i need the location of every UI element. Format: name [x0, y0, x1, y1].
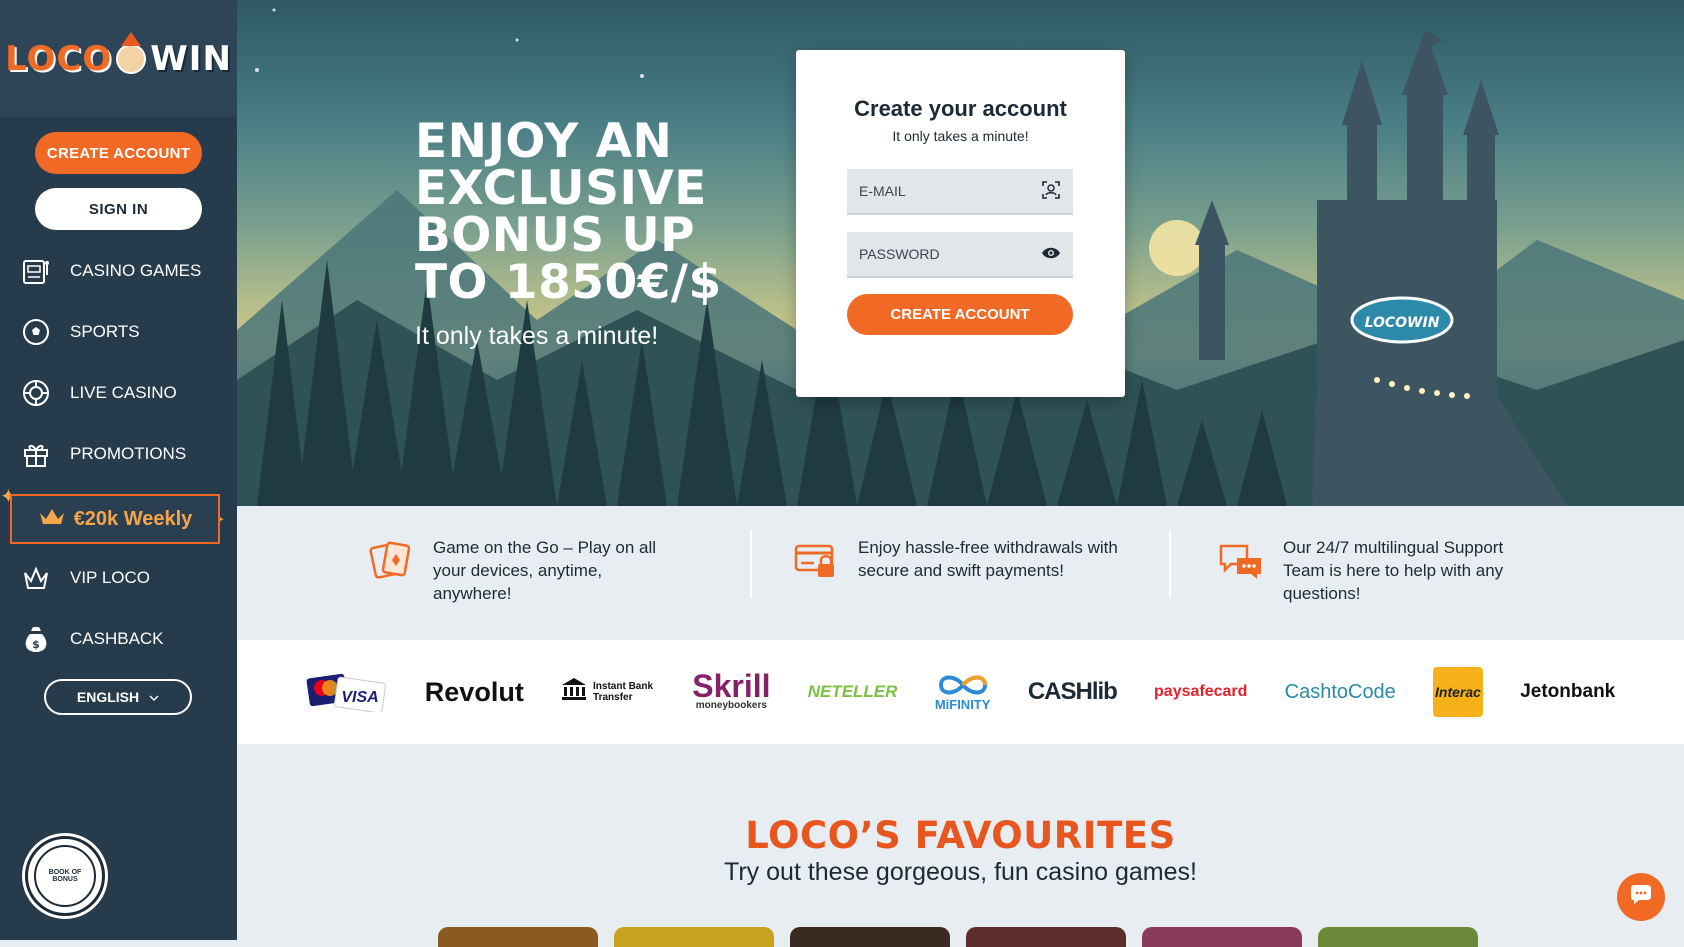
- chat-bubbles-icon: [1217, 536, 1265, 584]
- moneybookers-label: moneybookers: [695, 700, 767, 711]
- logo-text-loco: LOCO: [5, 38, 113, 79]
- sign-in-button[interactable]: SIGN IN: [35, 188, 202, 230]
- game-thumbnail[interactable]: [1318, 927, 1478, 947]
- chat-icon: [1629, 884, 1653, 911]
- slot-machine-icon: [20, 255, 52, 287]
- game-thumbnail[interactable]: [790, 927, 950, 947]
- email-field[interactable]: [847, 169, 1073, 215]
- sidebar-item-cashback[interactable]: $ CASHBACK: [0, 608, 237, 669]
- game-thumbnail[interactable]: [1142, 927, 1302, 947]
- sidebar-item-label: SPORTS: [70, 321, 140, 341]
- logo-area: LOCO WIN: [0, 0, 237, 117]
- revolut-logo: Revolut: [424, 676, 524, 707]
- mifinity-label: MiFINITY: [934, 696, 991, 712]
- jetonbank-logo: Jetonbank: [1520, 681, 1616, 702]
- infinity-icon: [938, 675, 987, 694]
- password-input[interactable]: [859, 246, 1019, 262]
- feature-item: Our 24/7 multilingual Support Team is he…: [1217, 536, 1537, 605]
- game-thumbnail[interactable]: [438, 927, 598, 947]
- mifinity-logo: MiFINITY: [935, 667, 991, 717]
- sidebar-item-live-casino[interactable]: LIVE CASINO: [0, 362, 237, 423]
- language-selector[interactable]: ENGLISH: [44, 679, 192, 715]
- favourites-title: LOCO’S FAVOURITES: [745, 814, 1176, 857]
- crown-icon: [20, 562, 52, 594]
- feature-item: Game on the Go – Play on all your device…: [367, 536, 677, 605]
- game-thumbnail[interactable]: [614, 927, 774, 947]
- features-strip: Game on the Go – Play on all your device…: [237, 506, 1684, 640]
- bank-icon: [561, 676, 587, 708]
- feature-text: Game on the Go – Play on all your device…: [433, 538, 657, 603]
- sidebar: LOCO WIN CREATE ACCOUNT SIGN IN CASINO G…: [0, 0, 237, 940]
- svg-text:LOCOWIN: LOCOWIN: [1365, 315, 1440, 331]
- interac-logo: Interac: [1433, 667, 1484, 717]
- money-bag-icon: $: [20, 623, 52, 655]
- sidebar-nav-secondary: VIP LOCO $ CASHBACK: [0, 547, 237, 669]
- form-title: Create your account: [854, 96, 1067, 121]
- neteller-logo: NETELLER: [807, 682, 898, 701]
- cashlib-logo: CASHlib: [1027, 678, 1118, 705]
- cards-icon: [367, 536, 415, 584]
- sidebar-item-label: PROMOTIONS: [70, 443, 187, 463]
- language-label: ENGLISH: [76, 689, 140, 705]
- live-chat-button[interactable]: [1617, 873, 1665, 921]
- face-id-icon[interactable]: [1041, 180, 1061, 203]
- divider: [1169, 530, 1171, 598]
- sidebar-item-sports[interactable]: SPORTS: [0, 301, 237, 362]
- jester-icon: [116, 31, 147, 74]
- payment-methods-bar: VISA Revolut Instant Bank Transfer Skril…: [237, 640, 1684, 744]
- create-account-button[interactable]: CREATE ACCOUNT: [35, 132, 202, 174]
- form-subtitle: It only takes a minute!: [892, 128, 1029, 144]
- instant-bank-transfer-logo: Instant Bank Transfer: [561, 667, 655, 717]
- favourites-section: LOCO’S FAVOURITES Try out these gorgeous…: [237, 744, 1684, 947]
- soccer-ball-icon: [20, 316, 52, 348]
- book-of-bonus-badge[interactable]: BOOK OF BONUS: [25, 836, 105, 916]
- game-thumbnail[interactable]: [966, 927, 1126, 947]
- svg-text:$: $: [32, 638, 40, 651]
- favourites-subtitle: Try out these gorgeous, fun casino games…: [724, 858, 1197, 886]
- weekly-promo-banner[interactable]: €20k Weekly: [10, 494, 220, 544]
- sidebar-item-label: CASHBACK: [70, 628, 164, 648]
- weekly-promo-label: €20k Weekly: [73, 507, 193, 530]
- feature-item: Enjoy hassle-free withdrawals with secur…: [792, 536, 1122, 584]
- feature-text: Our 24/7 multilingual Support Team is he…: [1283, 538, 1504, 603]
- hero-banner: LOCOWIN ENJOY AN EXCLUSIVE BONUS UP TO 1…: [237, 0, 1684, 506]
- email-input[interactable]: [859, 183, 1019, 199]
- chevron-down-icon: [149, 689, 159, 705]
- skrill-logo: Skrill moneybookers: [692, 667, 770, 717]
- visa-label: VISA: [341, 689, 378, 706]
- sidebar-item-vip-loco[interactable]: VIP LOCO: [0, 547, 237, 608]
- secure-card-icon: [792, 536, 840, 584]
- signup-form-card: Create your account It only takes a minu…: [796, 50, 1125, 397]
- hero-title: ENJOY AN EXCLUSIVE BONUS UP TO 1850€/$: [415, 114, 722, 310]
- skrill-label: Skrill: [692, 668, 771, 704]
- logo-text-win: WIN: [150, 38, 232, 79]
- sidebar-item-promotions[interactable]: PROMOTIONS: [0, 423, 237, 484]
- locowin-logo[interactable]: LOCO WIN: [5, 31, 232, 79]
- instant-bank-transfer-label: Instant Bank Transfer: [593, 681, 654, 703]
- form-create-account-button[interactable]: CREATE ACCOUNT: [847, 294, 1073, 335]
- feature-text: Enjoy hassle-free withdrawals with secur…: [858, 538, 1118, 580]
- hero-subtitle: It only takes a minute!: [415, 322, 659, 350]
- book-of-bonus-label: BOOK OF BONUS: [34, 845, 96, 907]
- sidebar-item-label: CASINO GAMES: [70, 260, 202, 280]
- crown-icon: [38, 505, 66, 533]
- visa-mastercard-logo: VISA: [306, 667, 388, 717]
- sidebar-nav: CASINO GAMES SPORTS LIVE CASINO PROMOTIO…: [0, 240, 237, 484]
- interac-label: Interac: [1433, 667, 1484, 717]
- divider: [750, 530, 752, 598]
- gift-icon: [20, 438, 52, 470]
- eye-icon[interactable]: [1041, 246, 1061, 263]
- cashtocode-logo: CashtoCode: [1284, 680, 1396, 703]
- sidebar-item-label: LIVE CASINO: [70, 382, 177, 402]
- roulette-chip-icon: [20, 377, 52, 409]
- password-field[interactable]: [847, 232, 1073, 278]
- sidebar-item-casino-games[interactable]: CASINO GAMES: [0, 240, 237, 301]
- sidebar-item-label: VIP LOCO: [70, 567, 150, 587]
- paysafecard-logo: paysafecard: [1154, 683, 1248, 700]
